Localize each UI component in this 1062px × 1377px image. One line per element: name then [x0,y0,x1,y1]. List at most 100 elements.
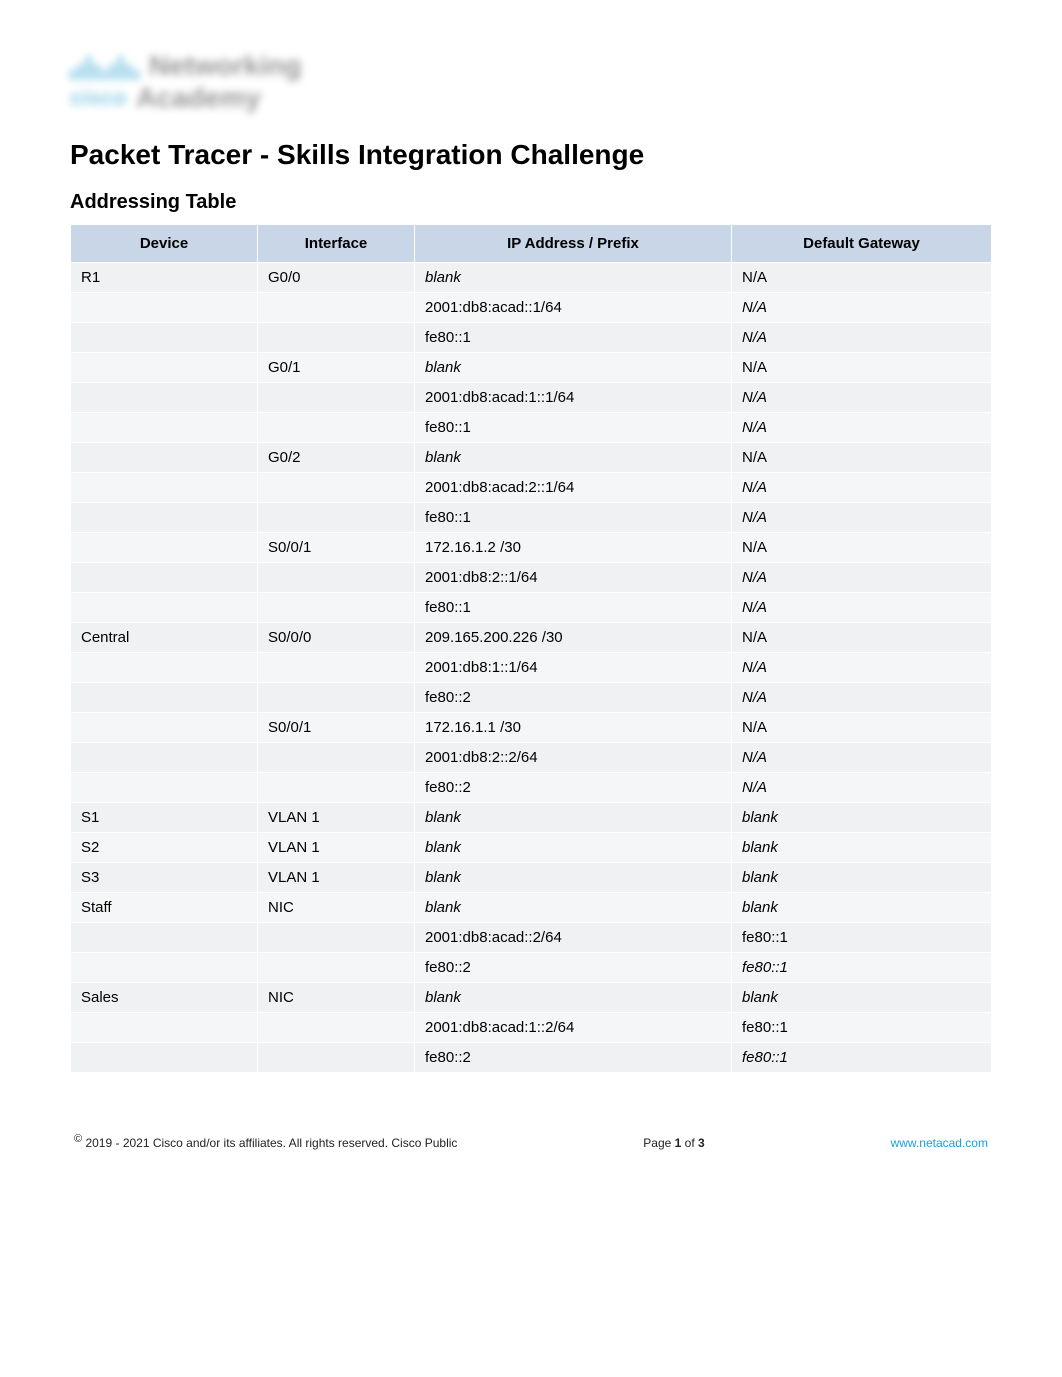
cell-device [71,503,258,533]
brand-logo: Networking cisco Academy [70,50,992,114]
cell-interface [258,923,415,953]
cell-gateway: N/A [732,323,992,353]
cell-gateway: N/A [732,353,992,383]
table-row: 2001:db8:acad::1/64N/A [71,293,992,323]
table-row: fe80::1N/A [71,503,992,533]
cell-interface: VLAN 1 [258,863,415,893]
cell-ip: 2001:db8:acad:1::2/64 [415,1013,732,1043]
table-row: SalesNICblankblank [71,983,992,1013]
cell-device [71,1043,258,1073]
table-row: 2001:db8:1::1/64N/A [71,653,992,683]
cell-interface: S0/0/1 [258,713,415,743]
cell-device [71,443,258,473]
cell-interface: VLAN 1 [258,833,415,863]
cell-interface [258,413,415,443]
table-row: 2001:db8:acad:1::2/64fe80::1 [71,1013,992,1043]
cell-gateway: blank [732,893,992,923]
cell-device [71,743,258,773]
cell-device [71,413,258,443]
cell-device: Sales [71,983,258,1013]
cell-gateway: N/A [732,263,992,293]
cell-ip: blank [415,443,732,473]
logo-text-line2: Academy [136,82,261,114]
cell-ip: 2001:db8:acad::1/64 [415,293,732,323]
cell-interface: S0/0/1 [258,533,415,563]
cell-device [71,593,258,623]
cell-ip: 2001:db8:acad::2/64 [415,923,732,953]
section-title: Addressing Table [70,191,992,214]
cell-interface [258,563,415,593]
cell-device [71,353,258,383]
table-row: 2001:db8:acad:1::1/64N/A [71,383,992,413]
cell-ip: blank [415,833,732,863]
cell-device [71,773,258,803]
header-interface: Interface [258,225,415,263]
cell-ip: fe80::1 [415,503,732,533]
cell-interface [258,773,415,803]
cell-interface: NIC [258,893,415,923]
cell-device [71,653,258,683]
cell-ip: fe80::2 [415,953,732,983]
cell-ip: fe80::2 [415,683,732,713]
cell-interface [258,293,415,323]
cell-ip: 172.16.1.2 /30 [415,533,732,563]
cell-interface: G0/2 [258,443,415,473]
cell-interface: G0/1 [258,353,415,383]
table-row: fe80::1N/A [71,413,992,443]
cell-gateway: N/A [732,533,992,563]
cell-ip: 209.165.200.226 /30 [415,623,732,653]
cell-device [71,323,258,353]
page-label-prefix: Page [643,1136,674,1150]
cell-device [71,683,258,713]
cell-device: Central [71,623,258,653]
cell-gateway: N/A [732,653,992,683]
cell-interface [258,1043,415,1073]
cell-interface: S0/0/0 [258,623,415,653]
cell-gateway: N/A [732,563,992,593]
cell-device [71,953,258,983]
footer-copyright-text: 2019 - 2021 Cisco and/or its affiliates.… [85,1136,457,1150]
cell-interface: G0/0 [258,263,415,293]
cell-ip: fe80::1 [415,323,732,353]
cell-device: S1 [71,803,258,833]
table-row: fe80::1N/A [71,323,992,353]
cell-gateway: N/A [732,773,992,803]
table-row: S1VLAN 1blankblank [71,803,992,833]
cell-ip: fe80::1 [415,413,732,443]
cell-ip: 172.16.1.1 /30 [415,713,732,743]
table-row: R1G0/0blankN/A [71,263,992,293]
cell-device: R1 [71,263,258,293]
cell-interface [258,953,415,983]
table-row: S0/0/1172.16.1.2 /30N/A [71,533,992,563]
cell-device [71,473,258,503]
cell-gateway: fe80::1 [732,1043,992,1073]
cell-interface [258,473,415,503]
cell-ip: 2001:db8:1::1/64 [415,653,732,683]
table-row: 2001:db8:2::1/64N/A [71,563,992,593]
cell-ip: fe80::1 [415,593,732,623]
cell-interface [258,683,415,713]
table-row: S0/0/1172.16.1.1 /30N/A [71,713,992,743]
cell-gateway: N/A [732,593,992,623]
cell-interface [258,1013,415,1043]
cell-device: Staff [71,893,258,923]
cell-gateway: N/A [732,473,992,503]
cell-interface [258,593,415,623]
footer-copyright: © 2019 - 2021 Cisco and/or its affiliate… [74,1133,457,1150]
cell-device [71,713,258,743]
table-row: S2VLAN 1blankblank [71,833,992,863]
cell-gateway: blank [732,803,992,833]
cell-device: S3 [71,863,258,893]
table-row: S3VLAN 1blankblank [71,863,992,893]
cell-ip: blank [415,803,732,833]
page-of: of [681,1136,698,1150]
table-row: fe80::1N/A [71,593,992,623]
cell-gateway: N/A [732,683,992,713]
cell-interface: NIC [258,983,415,1013]
page-footer: © 2019 - 2021 Cisco and/or its affiliate… [70,1133,992,1150]
table-row: 2001:db8:2::2/64N/A [71,743,992,773]
footer-link[interactable]: www.netacad.com [891,1136,988,1150]
header-device: Device [71,225,258,263]
cell-gateway: N/A [732,743,992,773]
cell-gateway: N/A [732,623,992,653]
